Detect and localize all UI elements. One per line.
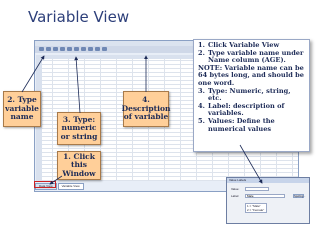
dialog-title: Value Labels — [227, 178, 309, 183]
find-icon[interactable] — [88, 47, 93, 51]
instruction-item: 3. Type: Numeric, string, etc. — [198, 86, 291, 103]
variables-icon[interactable] — [81, 47, 86, 51]
list-item[interactable]: 2 = "Female" — [247, 208, 266, 212]
undo-icon[interactable] — [60, 47, 65, 51]
callout-description: 4. Description of variable — [122, 91, 170, 127]
instruction-panel: 1. Click Variable View 2. Type variable na… — [193, 39, 310, 152]
value-labels-dialog: Value Labels Value: Label: Male Spelling… — [226, 177, 310, 224]
value-labels-list[interactable]: 1 = "Male" 2 = "Female" — [245, 203, 267, 213]
callout-type-variable-name: 2. Type variable name — [3, 91, 41, 127]
tab-variable-view[interactable]: Variable View — [57, 183, 84, 190]
redo-icon[interactable] — [67, 47, 72, 51]
callout-click-window: 1. Click this Window — [57, 151, 101, 180]
instruction-item: 4. Label: description of variables. — [198, 101, 285, 118]
goto-icon[interactable] — [74, 47, 79, 51]
weight-icon[interactable] — [102, 47, 107, 51]
value-field-label: Value: — [231, 187, 240, 191]
save-icon[interactable] — [46, 47, 51, 51]
open-icon[interactable] — [39, 47, 44, 51]
spelling-button[interactable]: Spelling... — [293, 194, 305, 198]
toolbar-icons — [39, 47, 107, 51]
instruction-item: 2. Type variable name under Name column (… — [198, 48, 304, 65]
print-icon[interactable] — [53, 47, 58, 51]
instruction-note: NOTE: Variable name can be 64 bytes long… — [198, 63, 304, 87]
split-icon[interactable] — [95, 47, 100, 51]
instruction-item: 5. Values: Define the numerical values — [198, 116, 275, 133]
slide-title: Variable View — [28, 8, 130, 26]
label-field-label: Label: — [231, 194, 240, 198]
callout-type-numeric: 3. Type: numeric or string — [57, 112, 101, 145]
variable-view-highlight — [34, 181, 56, 188]
label-input[interactable]: Male — [245, 194, 285, 198]
value-input[interactable] — [245, 187, 269, 191]
